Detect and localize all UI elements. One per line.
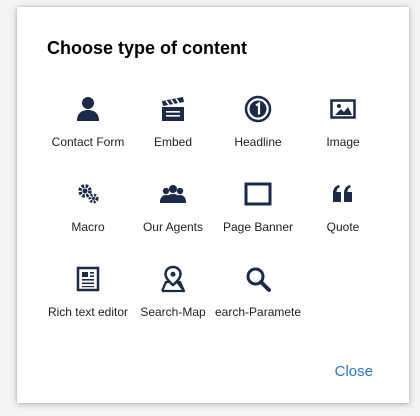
- dialog-title: Choose type of content: [47, 38, 248, 58]
- close-button[interactable]: Close: [335, 363, 373, 380]
- tile-label: Quote: [326, 220, 360, 234]
- content-type-rich-text-editor[interactable]: Rich text editor: [45, 265, 131, 335]
- content-type-image[interactable]: Image: [300, 95, 386, 165]
- document-icon: [74, 265, 102, 293]
- group-icon: [159, 180, 187, 208]
- content-type-our-agents[interactable]: Our Agents: [130, 180, 216, 250]
- tile-label: Page Banner: [222, 220, 294, 234]
- content-type-page-banner[interactable]: Page Banner: [215, 180, 301, 250]
- content-type-embed[interactable]: Embed: [130, 95, 216, 165]
- image-icon: [329, 95, 357, 123]
- quote-icon: [329, 180, 357, 208]
- person-icon: [74, 95, 102, 123]
- banner-frame-icon: [244, 180, 272, 208]
- tile-label: earch-Paramete: [215, 305, 301, 319]
- tile-label: Contact Form: [51, 135, 125, 149]
- content-type-headline[interactable]: Headline: [215, 95, 301, 165]
- map-pin-icon: [159, 265, 187, 293]
- clapperboard-icon: [159, 95, 187, 123]
- content-type-macro[interactable]: Macro: [45, 180, 131, 250]
- gears-icon: [74, 180, 102, 208]
- tile-label: Rich text editor: [47, 305, 129, 319]
- content-type-search-map[interactable]: Search-Map: [130, 265, 216, 335]
- tile-label: Our Agents: [142, 220, 204, 234]
- magnifier-icon: [244, 265, 272, 293]
- tile-label: Search-Map: [140, 305, 206, 319]
- tile-label: Headline: [234, 135, 282, 149]
- tile-label: Image: [326, 135, 360, 149]
- content-type-dialog: Choose type of content Contact Form Embe…: [17, 7, 409, 403]
- tile-label: Embed: [153, 135, 193, 149]
- content-type-quote[interactable]: Quote: [300, 180, 386, 250]
- tile-label: Macro: [71, 220, 105, 234]
- content-type-search-parameter[interactable]: earch-Paramete: [215, 265, 301, 335]
- number-one-icon: [244, 95, 272, 123]
- content-type-contact-form[interactable]: Contact Form: [45, 95, 131, 165]
